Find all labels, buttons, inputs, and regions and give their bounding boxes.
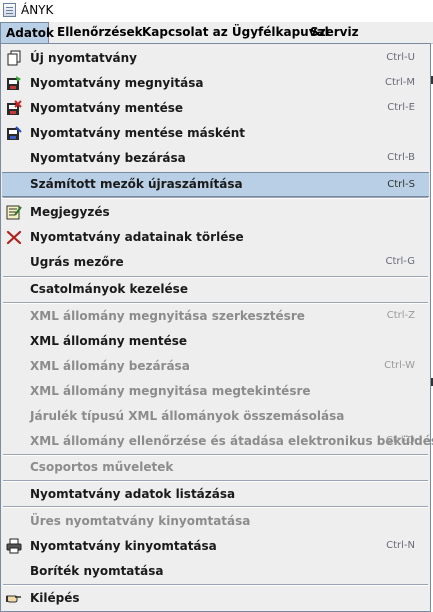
save-icon [7,100,22,115]
menu-item-label: Nyomtatvány adatok listázása [30,487,236,501]
menu-item-label: Üres nyomtatvány kinyomtatása [30,514,251,528]
menu-item-shortcut: Ctrl-M [384,77,415,88]
menu-item-close-form[interactable]: Nyomtatvány bezárása Ctrl-B [2,146,429,170]
menu-item-goto-field[interactable]: Ugrás mezőre Ctrl-G [2,250,429,274]
menu-item-label: Megjegyzés [30,205,110,219]
menu-item-label: XML állomány ellenőrzése és átadása elek… [30,434,433,448]
menu-item-new-form[interactable]: Új nyomtatvány Ctrl-U [2,46,429,70]
menu-item-label: Nyomtatvány kinyomtatása [30,539,217,553]
menu-item-label: Csoportos műveletek [30,460,174,474]
menu-item-label: Számított mezők újraszámítása [30,177,243,191]
menu-item-xml-save[interactable]: XML állomány mentése [2,329,429,353]
menu-item-label: Csatolmányok kezelése [30,282,188,296]
menu-item-recalculate-fields[interactable]: Számított mezők újraszámítása Ctrl-S [2,172,429,197]
save-as-icon [7,126,22,140]
menu-item-label: XML állomány bezárása [30,359,190,373]
menu-item-label: Boríték nyomtatása [30,564,164,578]
menu-item-label: Új nyomtatvány [30,51,138,65]
menu-item-print-form[interactable]: Nyomtatvány kinyomtatása Ctrl-N [2,534,429,558]
exit-hand-icon [6,595,21,603]
note-icon [6,205,22,220]
menu-adatok[interactable]: Adatok [0,22,54,43]
menu-item-xml-open-edit[interactable]: XML állomány megnyitása szerkesztésre Ct… [2,304,429,328]
menu-separator [3,506,428,508]
menu-item-xml-close[interactable]: XML állomány bezárása Ctrl-W [2,354,429,378]
menu-separator [3,197,428,199]
menu-item-label: Nyomtatvány bezárása [30,151,186,165]
menu-item-shortcut: Ctrl-N [386,540,415,551]
menu-item-shortcut: Ctrl-U [386,52,415,63]
menu-item-label: Nyomtatvány megnyitása [30,76,204,90]
menu-item-shortcut: Ctrl-W [384,360,415,371]
menu-item-manage-attachments[interactable]: Csatolmányok kezelése [2,277,429,301]
menu-item-label: Kilépés [30,591,80,605]
menu-item-shortcut: Ctrl-D [385,435,415,446]
delete-x-icon [6,230,22,245]
adatok-dropdown-menu: Új nyomtatvány Ctrl-U Nyomtatvány megnyi… [0,43,433,612]
menu-item-print-envelope[interactable]: Boríték nyomtatása [2,559,429,583]
menu-item-shortcut: Ctrl-G [385,256,415,267]
menu-item-label: Nyomtatvány mentése [30,101,183,115]
menu-item-note[interactable]: Megjegyzés [2,200,429,224]
menu-item-label: XML állomány mentése [30,334,188,348]
menu-item-label: XML állomány megnyitása szerkesztésre [30,309,305,323]
menu-item-batch-operations[interactable]: Csoportos műveletek [2,455,429,479]
new-document-icon [7,50,21,66]
menu-item-exit[interactable]: Kilépés [2,586,429,610]
menu-ellenorzesek[interactable]: Ellenőrzések [52,22,148,43]
menu-item-print-empty-form[interactable]: Üres nyomtatvány kinyomtatása [2,509,429,533]
menu-item-label: Ugrás mezőre [30,255,124,269]
menu-item-label: Járulék típusú XML állományok összemásol… [30,409,345,423]
menu-item-save-form[interactable]: Nyomtatvány mentése Ctrl-E [2,96,429,120]
menu-item-shortcut: Ctrl-Z [386,310,415,321]
menu-item-label: Nyomtatvány mentése másként [30,126,245,140]
window-title: ÁNYK [21,3,54,17]
menu-item-clear-form-data[interactable]: Nyomtatvány adatainak törlése [2,225,429,249]
title-bar: ÁNYK [0,0,433,22]
menu-item-shortcut: Ctrl-B [387,152,415,163]
menu-item-label: XML állomány megnyitása megtekintésre [30,384,311,398]
printer-icon [6,538,22,554]
menu-szerviz[interactable]: Szerviz [305,22,364,43]
menu-item-shortcut: Ctrl-E [387,102,415,113]
menu-item-xml-open-view[interactable]: XML állomány megnyitása megtekintésre [2,379,429,403]
menu-item-save-form-as[interactable]: Nyomtatvány mentése másként [2,121,429,145]
open-document-icon [7,76,21,90]
menu-item-shortcut: Ctrl-S [387,179,415,190]
menu-item-xml-merge[interactable]: Járulék típusú XML állományok összemásol… [2,404,429,428]
menu-item-label: Nyomtatvány adatainak törlése [30,230,244,244]
app-document-icon [3,3,16,17]
menu-item-open-form[interactable]: Nyomtatvány megnyitása Ctrl-M [2,71,429,95]
menu-item-list-form-data[interactable]: Nyomtatvány adatok listázása [2,482,429,506]
menu-item-xml-check-submit[interactable]: XML állomány ellenőrzése és átadása elek… [2,429,433,453]
menu-bar: Adatok Ellenőrzések Kapcsolat az Ügyfélk… [0,22,433,44]
